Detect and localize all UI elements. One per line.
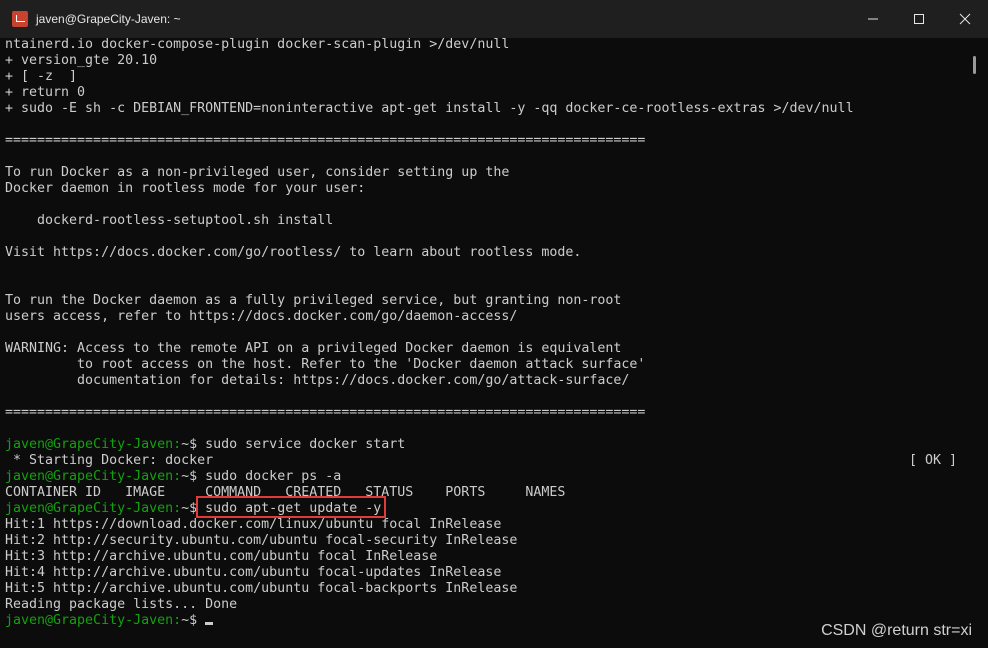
line-text: Visit https://docs.docker.com/go/rootles…	[5, 245, 582, 260]
terminal-line: ========================================…	[5, 133, 965, 149]
line-text: To run the Docker daemon as a fully priv…	[5, 293, 622, 308]
minimize-button[interactable]	[850, 0, 896, 38]
terminal-line: + version_gte 20.10	[5, 53, 965, 69]
terminal-line: Hit:3 http://archive.ubuntu.com/ubuntu f…	[5, 549, 965, 565]
prompt-user-host: javen@GrapeCity-Javen:	[5, 437, 182, 452]
terminal-line: Hit:5 http://archive.ubuntu.com/ubuntu f…	[5, 581, 965, 597]
line-text: Hit:2 http://security.ubuntu.com/ubuntu …	[5, 533, 518, 548]
line-text: Hit:4 http://archive.ubuntu.com/ubuntu f…	[5, 565, 502, 580]
maximize-button[interactable]	[896, 0, 942, 38]
terminal-line: + [ -z ]	[5, 69, 965, 85]
terminal-line: + return 0	[5, 85, 965, 101]
scrollbar-thumb[interactable]	[973, 56, 976, 74]
terminal-line: Hit:2 http://security.ubuntu.com/ubuntu …	[5, 533, 965, 549]
terminal-line: documentation for details: https://docs.…	[5, 373, 965, 389]
line-text: Reading package lists... Done	[5, 597, 238, 612]
line-text: to root access on the host. Refer to the…	[5, 357, 646, 372]
terminal-line: Docker daemon in rootless mode for your …	[5, 181, 965, 197]
window-controls	[850, 0, 988, 38]
line-text: Hit:3 http://archive.ubuntu.com/ubuntu f…	[5, 549, 438, 564]
line-text: * Starting Docker: docker	[5, 453, 214, 468]
text-cursor	[205, 622, 214, 625]
minimize-icon	[868, 18, 878, 20]
line-text: + [ -z ]	[5, 69, 78, 84]
terminal-line: + sudo -E sh -c DEBIAN_FRONTEND=noninter…	[5, 101, 965, 117]
terminal-line: dockerd-rootless-setuptool.sh install	[5, 213, 965, 229]
terminal-line: javen@GrapeCity-Javen:~$ sudo apt-get up…	[5, 501, 965, 517]
terminal-app-icon	[12, 11, 28, 27]
terminal-line: Visit https://docs.docker.com/go/rootles…	[5, 245, 965, 261]
line-text: ========================================…	[5, 405, 646, 420]
close-button[interactable]	[942, 0, 988, 38]
line-text: ========================================…	[5, 133, 646, 148]
line-text: ntainerd.io docker-compose-plugin docker…	[5, 37, 510, 52]
prompt-user-host: javen@GrapeCity-Javen:	[5, 469, 182, 484]
terminal-line: javen@GrapeCity-Javen:~$ sudo docker ps …	[5, 469, 965, 485]
line-text: + return 0	[5, 85, 86, 100]
line-text: Hit:5 http://archive.ubuntu.com/ubuntu f…	[5, 581, 518, 596]
terminal-line: users access, refer to https://docs.dock…	[5, 309, 965, 325]
terminal-line: ntainerd.io docker-compose-plugin docker…	[5, 37, 965, 53]
line-text: Docker daemon in rootless mode for your …	[5, 181, 366, 196]
prompt-user-host: javen@GrapeCity-Javen:	[5, 613, 182, 628]
title-bar: javen@GrapeCity-Javen: ~	[0, 0, 988, 38]
terminal-line: Hit:1 https://download.docker.com/linux/…	[5, 517, 965, 533]
terminal-line: To run Docker as a non-privileged user, …	[5, 165, 965, 181]
terminal-line: javen@GrapeCity-Javen:~$ sudo service do…	[5, 437, 965, 453]
watermark: CSDN @return str=xi	[821, 622, 972, 639]
line-text: WARNING: Access to the remote API on a p…	[5, 341, 622, 356]
maximize-icon	[914, 14, 924, 24]
prompt-user-host: javen@GrapeCity-Javen:	[5, 501, 182, 516]
terminal-line: ========================================…	[5, 405, 965, 421]
terminal-line: Hit:4 http://archive.ubuntu.com/ubuntu f…	[5, 565, 965, 581]
line-text: Hit:1 https://download.docker.com/linux/…	[5, 517, 502, 532]
line-text: + sudo -E sh -c DEBIAN_FRONTEND=noninter…	[5, 101, 854, 116]
line-text: users access, refer to https://docs.dock…	[5, 309, 518, 324]
status-ok-label: [ OK ]	[908, 453, 957, 468]
line-text: documentation for details: https://docs.…	[5, 373, 630, 388]
line-text: To run Docker as a non-privileged user, …	[5, 165, 510, 180]
terminal-line: CONTAINER ID IMAGE COMMAND CREATED STATU…	[5, 485, 965, 501]
prompt-symbol: ~$	[181, 613, 206, 628]
window-title: javen@GrapeCity-Javen: ~	[36, 12, 181, 26]
terminal-line: WARNING: Access to the remote API on a p…	[5, 341, 965, 357]
close-icon	[959, 13, 971, 25]
command-text: ~$ sudo docker ps -a	[181, 469, 342, 484]
terminal-line: to root access on the host. Refer to the…	[5, 357, 965, 373]
line-text: dockerd-rootless-setuptool.sh install	[5, 213, 334, 228]
terminal-line: * Starting Docker: docker [ OK ]	[5, 453, 965, 469]
command-text: ~$ sudo service docker start	[181, 437, 406, 452]
terminal-output[interactable]: ntainerd.io docker-compose-plugin docker…	[5, 37, 965, 637]
terminal-line: To run the Docker daemon as a fully priv…	[5, 293, 965, 309]
line-text: + version_gte 20.10	[5, 53, 158, 68]
command-highlight-box	[196, 496, 386, 518]
terminal-line: Reading package lists... Done	[5, 597, 965, 613]
